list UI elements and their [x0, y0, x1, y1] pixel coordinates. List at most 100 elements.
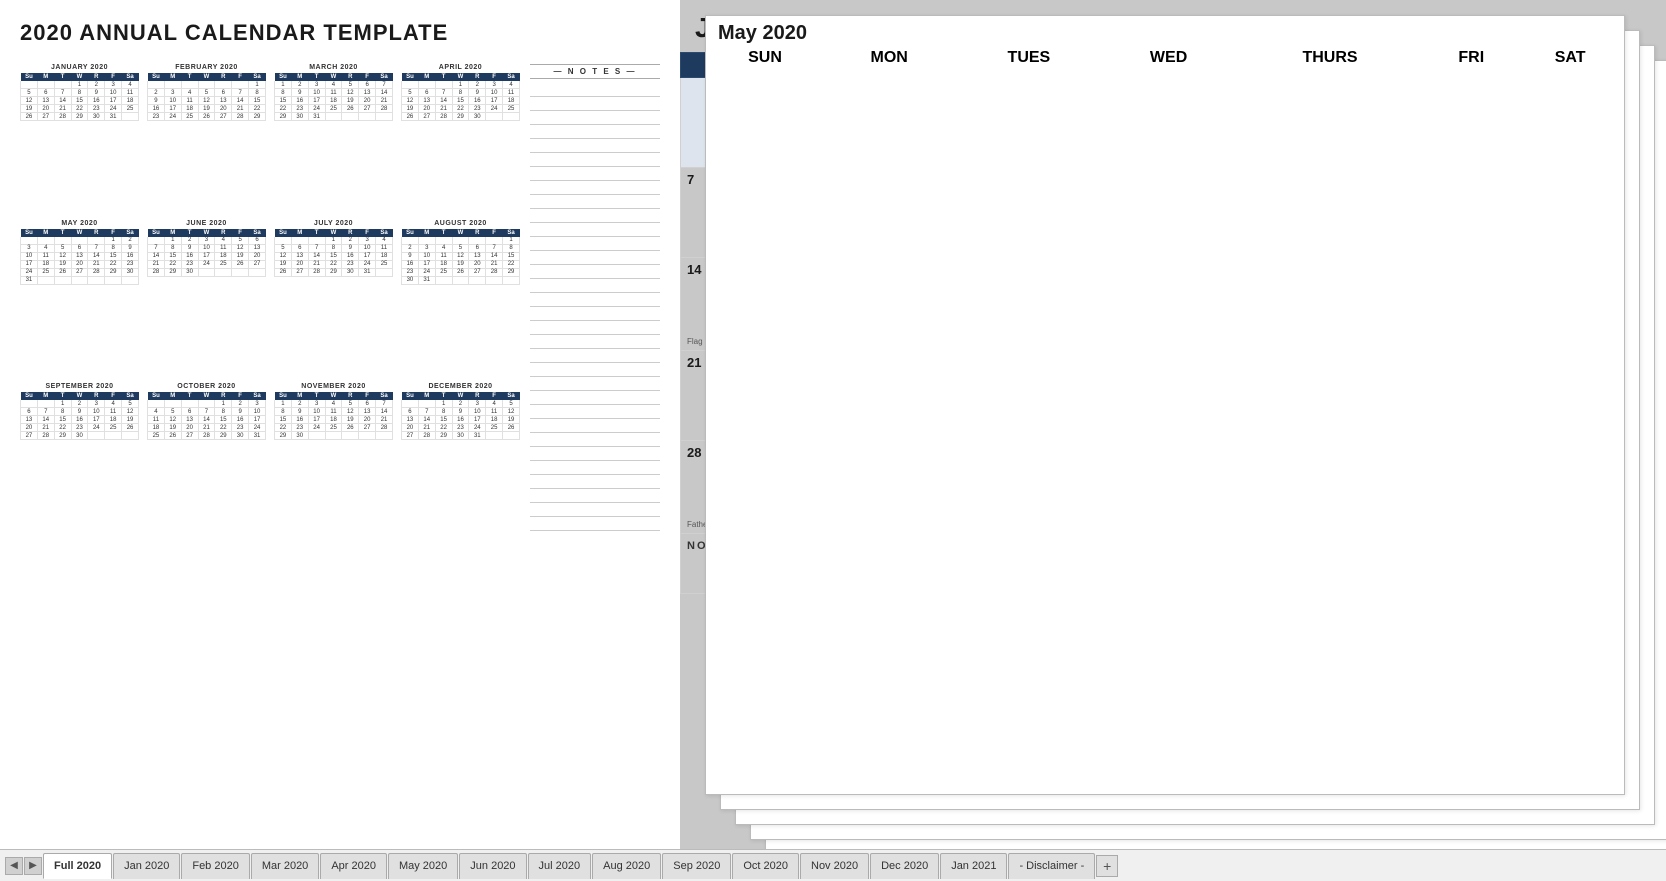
- tab-jun-2020[interactable]: Jun 2020: [459, 853, 526, 879]
- day-header: Sa: [249, 392, 266, 400]
- day-cell: 17: [308, 97, 325, 105]
- day-cell: 28: [308, 268, 325, 276]
- tab-may-2020[interactable]: May 2020: [388, 853, 458, 879]
- tab-full-2020[interactable]: Full 2020: [43, 853, 112, 879]
- day-header: W: [325, 73, 342, 81]
- day-cell: 17: [21, 260, 38, 268]
- day-cell: 24: [164, 113, 181, 121]
- day-cell: 2: [342, 237, 359, 245]
- notes-line: [530, 237, 660, 251]
- day-cell: 10: [198, 244, 215, 252]
- tab-nov-2020[interactable]: Nov 2020: [800, 853, 869, 879]
- day-cell: 5: [452, 244, 469, 252]
- day-header: W: [71, 73, 88, 81]
- day-header: Sa: [376, 73, 393, 81]
- day-header: Sa: [376, 392, 393, 400]
- day-cell: [418, 237, 435, 245]
- tab-jan-2020[interactable]: Jan 2020: [113, 853, 180, 879]
- tab-jul-2020[interactable]: Jul 2020: [528, 853, 592, 879]
- day-cell: 17: [308, 416, 325, 424]
- day-cell: 9: [342, 244, 359, 252]
- day-cell: 27: [418, 113, 435, 121]
- notes-section: — N O T E S —: [530, 64, 660, 531]
- day-cell: 30: [452, 432, 469, 440]
- day-cell: [469, 276, 486, 284]
- day-cell: 31: [469, 432, 486, 440]
- notes-line: [530, 321, 660, 335]
- tab-sep-2020[interactable]: Sep 2020: [662, 853, 731, 879]
- day-cell: 27: [469, 268, 486, 276]
- day-cell: 24: [359, 260, 376, 268]
- notes-line: [530, 419, 660, 433]
- day-cell: 4: [105, 400, 122, 408]
- notes-line: [530, 223, 660, 237]
- day-cell: 18: [503, 97, 520, 105]
- day-cell: 1: [105, 237, 122, 245]
- day-cell: 9: [88, 89, 105, 97]
- tab-oct-2020[interactable]: Oct 2020: [732, 853, 799, 879]
- day-cell: 27: [359, 424, 376, 432]
- day-cell: 25: [105, 424, 122, 432]
- mini-month-5: JUNE 2020SuMTWRFSa1234567891011121314151…: [147, 220, 266, 376]
- day-cell: 12: [342, 89, 359, 97]
- day-header: Su: [402, 73, 419, 81]
- day-cell: [54, 81, 71, 89]
- day-cell: 5: [342, 400, 359, 408]
- day-cell: 8: [215, 408, 232, 416]
- day-cell: 13: [37, 97, 54, 105]
- tab-nav-left[interactable]: ◀: [5, 857, 23, 875]
- day-cell: 16: [469, 97, 486, 105]
- tab-apr-2020[interactable]: Apr 2020: [320, 853, 387, 879]
- day-cell: 17: [486, 97, 503, 105]
- day-cell: 20: [37, 105, 54, 113]
- tab-aug-2020[interactable]: Aug 2020: [592, 853, 661, 879]
- tab-add-button[interactable]: +: [1096, 855, 1118, 877]
- day-cell: 15: [452, 97, 469, 105]
- day-cell: 17: [469, 416, 486, 424]
- day-cell: 8: [325, 244, 342, 252]
- day-cell: 6: [37, 89, 54, 97]
- monthly-stack: January 2020SUNMONTUESWEDTHURSFRISATFebr…: [680, 0, 1666, 849]
- day-cell: [54, 276, 71, 284]
- tab-dec-2020[interactable]: Dec 2020: [870, 853, 939, 879]
- day-cell: 26: [503, 424, 520, 432]
- tab-nav-right[interactable]: ▶: [24, 857, 42, 875]
- day-cell: 2: [402, 244, 419, 252]
- day-cell: 7: [418, 408, 435, 416]
- day-cell: 11: [435, 252, 452, 260]
- day-cell: 8: [435, 408, 452, 416]
- day-cell: 18: [37, 260, 54, 268]
- mini-month-11: DECEMBER 2020SuMTWRFSa123456789101112131…: [401, 383, 520, 531]
- notes-line: [530, 391, 660, 405]
- day-cell: 23: [291, 105, 308, 113]
- day-header: Sa: [122, 229, 139, 237]
- tab-feb-2020[interactable]: Feb 2020: [181, 853, 249, 879]
- day-header: Su: [148, 392, 165, 400]
- day-cell: 28: [232, 113, 249, 121]
- tab-jan-2021[interactable]: Jan 2021: [940, 853, 1007, 879]
- day-cell: 3: [88, 400, 105, 408]
- day-header: F: [232, 229, 249, 237]
- day-cell: 28: [486, 268, 503, 276]
- day-cell: 24: [21, 268, 38, 276]
- notes-line: [530, 307, 660, 321]
- day-cell: 27: [291, 268, 308, 276]
- tab---disclaimer--[interactable]: - Disclaimer -: [1008, 853, 1095, 879]
- day-cell: [198, 400, 215, 408]
- day-cell: 29: [435, 432, 452, 440]
- mini-month-header: MARCH 2020: [274, 64, 393, 71]
- day-cell: [402, 237, 419, 245]
- day-cell: 11: [37, 252, 54, 260]
- day-cell: 8: [105, 244, 122, 252]
- day-cell: 7: [88, 244, 105, 252]
- day-cell: 15: [435, 416, 452, 424]
- day-cell: 15: [71, 97, 88, 105]
- tab-mar-2020[interactable]: Mar 2020: [251, 853, 319, 879]
- mini-month-9: OCTOBER 2020SuMTWRFSa1234567891011121314…: [147, 383, 266, 531]
- day-header: R: [215, 392, 232, 400]
- day-cell: 31: [308, 113, 325, 121]
- day-header: M: [418, 229, 435, 237]
- day-cell: 25: [325, 105, 342, 113]
- notes-line: [530, 153, 660, 167]
- day-cell: 29: [164, 268, 181, 276]
